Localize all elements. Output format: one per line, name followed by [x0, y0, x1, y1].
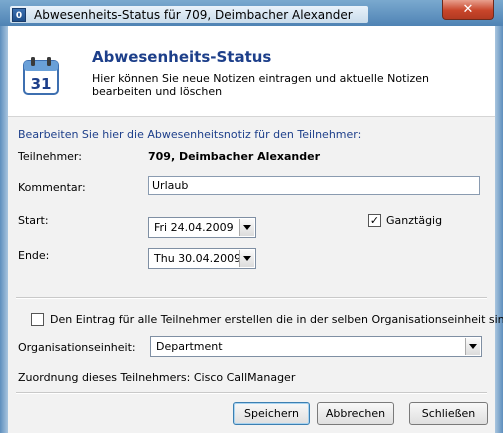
org-unit-dropdown-button[interactable]	[465, 338, 480, 355]
close-button[interactable]: Schließen	[409, 402, 488, 425]
comment-label: Kommentar:	[18, 181, 86, 194]
participant-label: Teilnehmer:	[18, 150, 82, 163]
close-window-button[interactable]: ✕	[442, 0, 494, 20]
calendar-day: 31	[31, 75, 52, 93]
window-frame-left	[0, 26, 8, 433]
calendar-icon: 31	[23, 57, 59, 95]
window-frame-right	[495, 26, 503, 433]
start-date-value: Fri 24.04.2009	[154, 221, 234, 234]
cancel-button[interactable]: Abbrechen	[317, 402, 394, 425]
org-unit-value: Department	[156, 340, 223, 353]
end-date-value: Thu 30.04.2009	[154, 252, 242, 265]
org-unit-label: Organisationseinheit:	[18, 341, 136, 354]
separator	[16, 392, 487, 394]
start-date-dropdown-button[interactable]	[239, 219, 254, 236]
header-band: 31 Abwesenheits-Status Hier können Sie n…	[8, 26, 495, 117]
form-hint: Bearbeiten Sie hier die Abwesenheitsnoti…	[18, 128, 362, 141]
chevron-down-icon	[243, 225, 251, 230]
header-title: Abwesenheits-Status	[92, 48, 272, 66]
assignment-text: Zuordnung dieses Teilnehmers: Cisco Call…	[18, 371, 296, 384]
start-label: Start:	[18, 214, 49, 227]
end-date-dropdown-button[interactable]	[239, 250, 254, 267]
chevron-down-icon	[469, 344, 477, 349]
end-label: Ende:	[18, 249, 50, 262]
dialog-window: 0 Abwesenheits-Status für 709, Deimbache…	[0, 0, 503, 433]
app-icon: 0	[12, 8, 26, 22]
save-button[interactable]: Speichern	[233, 402, 310, 425]
separator	[16, 297, 487, 299]
header-description: Hier können Sie neue Notizen eintragen u…	[92, 72, 430, 98]
chevron-down-icon	[243, 256, 251, 261]
allday-label: Ganztägig	[386, 214, 443, 227]
all-members-label: Den Eintrag für alle Teilnehmer erstelle…	[50, 313, 503, 326]
comment-input[interactable]: Urlaub	[148, 176, 480, 195]
end-date-picker[interactable]: Thu 30.04.2009	[148, 248, 256, 269]
allday-checkbox[interactable]: ✓	[368, 214, 381, 227]
start-date-picker[interactable]: Fri 24.04.2009	[148, 217, 256, 238]
all-members-checkbox[interactable]	[31, 313, 44, 326]
participant-value: 709, Deimbacher Alexander	[148, 150, 321, 163]
window-title: Abwesenheits-Status für 709, Deimbacher …	[34, 8, 353, 22]
org-unit-select[interactable]: Department	[150, 336, 482, 357]
